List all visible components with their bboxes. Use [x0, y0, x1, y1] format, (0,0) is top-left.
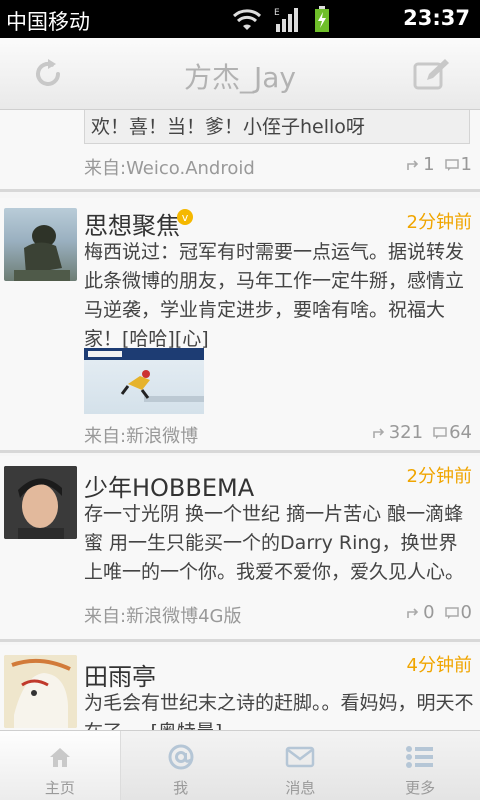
carrier-name: 中国移动 [6, 10, 90, 34]
avatar[interactable] [4, 655, 77, 728]
thinker-statue-image [14, 225, 70, 281]
compose-icon [413, 59, 449, 90]
list-item[interactable]: 思想聚焦 v 2分钟前 梅西说过：冠军有时需要一点运气。据说转发此条微博的朋友，… [0, 198, 480, 453]
post-time: 2分钟前 [406, 212, 472, 233]
repost-count-value: 0 [423, 602, 435, 623]
envelope-icon [286, 746, 315, 768]
post-source: 来自:新浪微博4G版 [84, 606, 242, 627]
tab-messages[interactable]: 消息 [241, 731, 361, 800]
comment-count[interactable]: 64 [433, 422, 472, 443]
comment-count[interactable]: 0 [444, 602, 472, 623]
post-source: 来自:Weico.Android [84, 158, 255, 179]
comment-icon [444, 606, 459, 619]
post-text: 梅西说过：冠军有时需要一点运气。据说转发此条微博的朋友，马年工作一定牛掰，感情立… [84, 241, 465, 350]
skating-photo [84, 348, 204, 402]
compose-button[interactable] [410, 52, 454, 96]
timeline-feed[interactable]: 欢！喜！当！爹！小侄子hello呀 来自:Weico.Android 1 1 思… [0, 110, 480, 730]
at-icon [168, 744, 194, 770]
repost-count[interactable]: 0 [407, 602, 435, 623]
list-item[interactable]: 欢！喜！当！爹！小侄子hello呀 来自:Weico.Android 1 1 [0, 110, 480, 192]
post-text: 存一寸光阴 换一个世纪 摘一片苦心 酿一滴蜂蜜 用一生只能买一个的Darry R… [84, 503, 465, 583]
repost-count-value: 321 [388, 422, 424, 443]
wifi-icon [232, 9, 262, 30]
comment-icon [433, 426, 447, 439]
list-icon [406, 746, 434, 768]
tab-more[interactable]: 更多 [360, 731, 480, 800]
clock: 23:37 [403, 6, 470, 30]
retweet-quote[interactable]: 欢！喜！当！爹！小侄子hello呀 [84, 110, 470, 144]
verified-badge-icon: v [177, 209, 193, 225]
home-icon [49, 748, 70, 767]
post-time: 4分钟前 [406, 655, 472, 676]
post-text: 为毛会有世纪末之诗的赶脚。。看妈妈，明天不在了。。[奥特曼] [84, 692, 474, 730]
comment-count-value: 1 [460, 154, 472, 175]
post-counts: 321 64 [372, 422, 472, 443]
battery-charging-icon [315, 6, 329, 32]
post-thumbnail[interactable] [84, 348, 204, 414]
svg-text:E: E [274, 8, 280, 18]
list-item[interactable]: 田雨亭 4分钟前 为毛会有世纪末之诗的赶脚。。看妈妈，明天不在了。。[奥特曼] [0, 645, 480, 730]
author-name[interactable]: 田雨亭 [84, 657, 156, 692]
author-name[interactable]: 少年HOBBEMA [84, 468, 254, 503]
comment-count[interactable]: 1 [444, 154, 472, 175]
status-icons: E [232, 6, 330, 32]
repost-count-value: 1 [423, 154, 435, 175]
tab-label: 更多 [405, 779, 436, 797]
avatar[interactable] [4, 208, 77, 281]
weibo-app: 中国移动 E 23:37 方杰_Jay 欢！喜！当！爹！小侄子hello呀 来自… [0, 0, 480, 800]
post-counts: 0 0 [407, 602, 472, 623]
tab-label: 消息 [285, 779, 316, 797]
repost-count[interactable]: 1 [407, 154, 435, 175]
comment-count-value: 64 [449, 422, 472, 443]
tab-label: 主页 [44, 779, 75, 797]
comment-count-value: 0 [460, 602, 472, 623]
list-item[interactable]: 少年HOBBEMA 2分钟前 存一寸光阴 换一个世纪 摘一片苦心 酿一滴蜂蜜 用… [0, 456, 480, 642]
post-counts: 1 1 [407, 154, 472, 175]
post-time: 2分钟前 [406, 466, 472, 487]
tab-label: 我 [173, 779, 189, 797]
status-bar: 中国移动 E 23:37 [0, 0, 480, 38]
comment-icon [444, 158, 459, 171]
avatar[interactable] [4, 466, 77, 539]
retweet-quote-text: 欢！喜！当！爹！小侄子hello呀 [91, 116, 365, 138]
post-source: 来自:新浪微博 [84, 426, 199, 447]
svg-text:v: v [182, 211, 189, 224]
page-title: 方杰_Jay [184, 61, 296, 94]
repost-icon [372, 427, 384, 438]
bottom-tab-bar: 主页 我 消息 更多 [0, 730, 480, 800]
illustration-avatar [4, 655, 77, 728]
repost-count[interactable]: 321 [372, 422, 424, 443]
title-bar: 方杰_Jay [0, 38, 480, 110]
repost-icon [407, 159, 419, 170]
author-name[interactable]: 思想聚焦 [84, 206, 180, 241]
signal-icon: E [274, 8, 298, 32]
tab-home[interactable]: 主页 [0, 731, 121, 800]
repost-icon [407, 607, 419, 618]
portrait-photo [4, 466, 77, 539]
tab-me[interactable]: 我 [121, 731, 241, 800]
